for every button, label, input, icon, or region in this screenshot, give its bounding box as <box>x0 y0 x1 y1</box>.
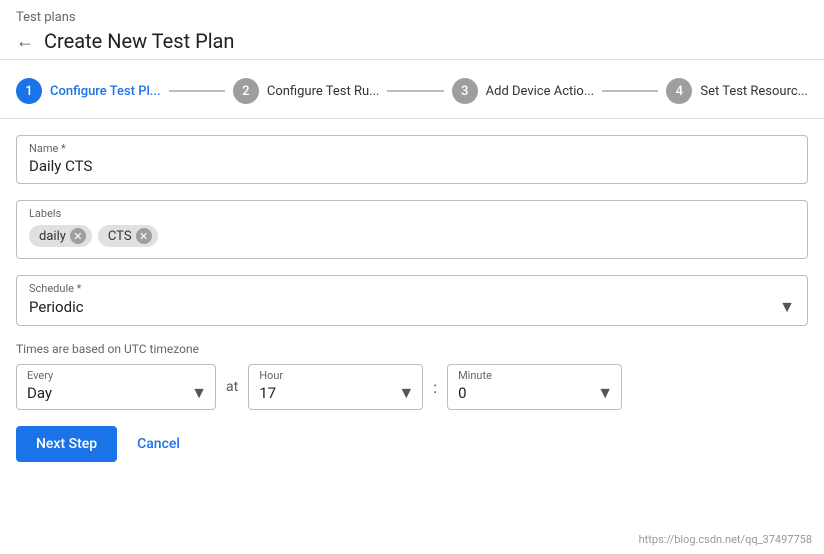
periodic-row: Every Day ▼ at Hour 17 ▼ : Minute 0 ▼ <box>16 364 808 410</box>
chip-cts-text: CTS <box>108 229 132 244</box>
step-3-label: Add Device Actio... <box>486 84 595 99</box>
minute-select[interactable]: 0 ▼ <box>458 383 613 403</box>
step-3-circle: 3 <box>452 78 478 104</box>
hour-dropdown-icon: ▼ <box>398 383 414 403</box>
step-2-circle: 2 <box>233 78 259 104</box>
chip-daily: daily ✕ <box>29 225 92 247</box>
step-2: 2 Configure Test Ru... <box>233 78 380 104</box>
step-connector-1 <box>169 90 225 92</box>
minute-value: 0 <box>458 384 466 402</box>
schedule-value: Periodic <box>29 298 84 316</box>
at-label: at <box>226 379 238 395</box>
timezone-note: Times are based on UTC timezone <box>16 342 808 356</box>
hour-select[interactable]: 17 ▼ <box>259 383 414 403</box>
step-3: 3 Add Device Actio... <box>452 78 595 104</box>
step-4-circle: 4 <box>666 78 692 104</box>
cancel-button[interactable]: Cancel <box>129 426 188 462</box>
step-connector-3 <box>602 90 658 92</box>
labels-container: daily ✕ CTS ✕ <box>29 222 795 250</box>
name-field-group: Name * <box>16 135 808 184</box>
hour-label: Hour <box>259 369 414 382</box>
next-step-button[interactable]: Next Step <box>16 426 117 462</box>
schedule-label: Schedule * <box>29 282 795 295</box>
step-connector-2 <box>387 90 443 92</box>
step-1-circle: 1 <box>16 78 42 104</box>
footer-url: https://blog.csdn.net/qq_37497758 <box>639 533 812 546</box>
labels-field-group: Labels daily ✕ CTS ✕ <box>16 200 808 259</box>
action-row: Next Step Cancel <box>0 410 824 462</box>
page-title: Create New Test Plan <box>44 29 234 53</box>
breadcrumb: Test plans <box>16 10 808 25</box>
colon-separator: : <box>433 378 437 397</box>
chip-cts: CTS ✕ <box>98 225 158 247</box>
minute-dropdown-icon: ▼ <box>597 383 613 403</box>
schedule-field-group: Schedule * Periodic ▼ <box>16 275 808 326</box>
step-4-label: Set Test Resourc... <box>700 84 808 99</box>
step-1-label: Configure Test Pl... <box>50 84 161 99</box>
name-input[interactable] <box>29 157 795 175</box>
minute-label: Minute <box>458 369 613 382</box>
schedule-dropdown-icon: ▼ <box>779 297 795 317</box>
step-1: 1 Configure Test Pl... <box>16 78 161 104</box>
every-select[interactable]: Day ▼ <box>27 383 207 403</box>
schedule-select[interactable]: Periodic ▼ <box>29 297 795 317</box>
hour-value: 17 <box>259 384 276 402</box>
labels-label: Labels <box>29 207 795 220</box>
every-dropdown-icon: ▼ <box>191 383 207 403</box>
name-label: Name * <box>29 142 795 155</box>
every-label: Every <box>27 369 207 382</box>
step-2-label: Configure Test Ru... <box>267 84 380 99</box>
every-value: Day <box>27 384 52 402</box>
stepper: 1 Configure Test Pl... 2 Configure Test … <box>0 60 824 119</box>
chip-daily-text: daily <box>39 229 66 244</box>
chip-daily-close[interactable]: ✕ <box>70 228 86 244</box>
every-field-group: Every Day ▼ <box>16 364 216 410</box>
back-icon[interactable]: ← <box>16 31 34 52</box>
chip-cts-close[interactable]: ✕ <box>136 228 152 244</box>
step-4: 4 Set Test Resourc... <box>666 78 808 104</box>
minute-field-group: Minute 0 ▼ <box>447 364 622 410</box>
hour-field-group: Hour 17 ▼ <box>248 364 423 410</box>
